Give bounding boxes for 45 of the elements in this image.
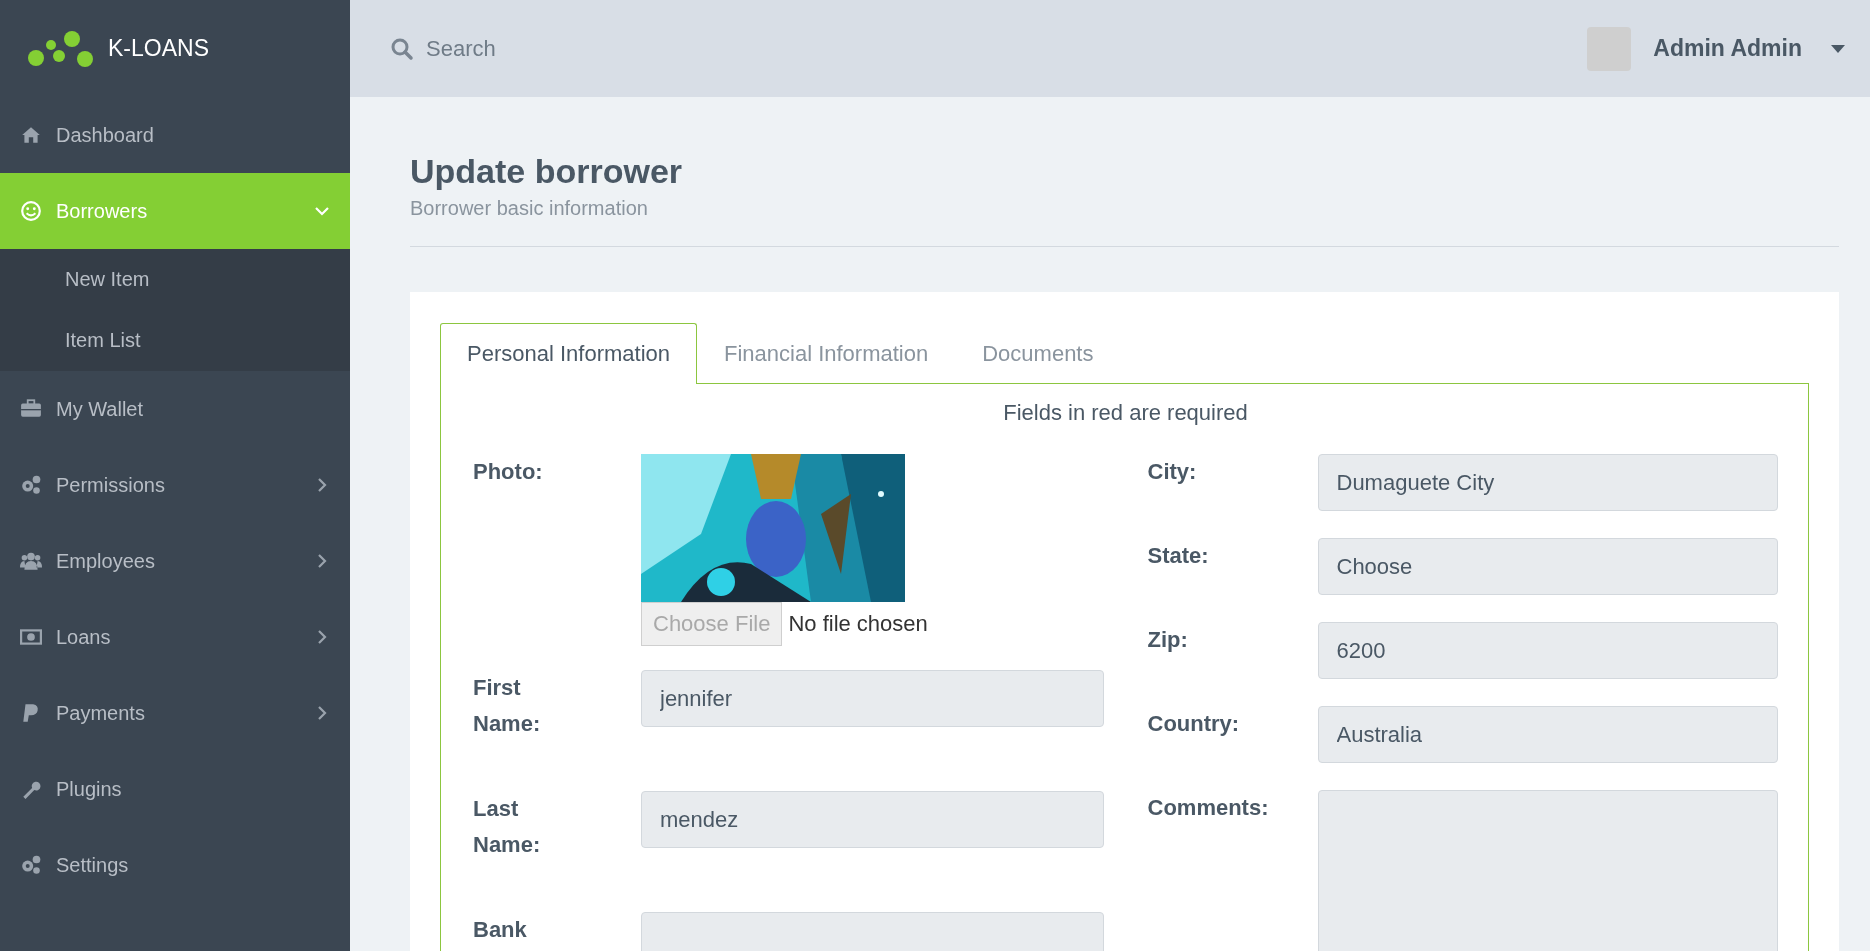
input-field[interactable]: mendez [641,791,1104,848]
input-field[interactable]: Australia [1317,706,1778,763]
input-field[interactable]: 6200 [1317,622,1778,679]
banknote-icon [20,626,42,648]
input-field[interactable]: Dumaguete City [1317,454,1778,511]
gears-icon [20,474,42,496]
comments-field[interactable] [1317,790,1778,951]
input-field[interactable]: Choose [1317,538,1778,595]
field-label: Comments: [1147,794,1270,822]
user-name[interactable]: Admin Admin [1653,35,1802,62]
brand-name: K-LOANS [108,35,209,62]
page-title: Update borrower [410,152,684,191]
briefcase-icon [20,398,42,420]
search-icon [390,36,414,61]
input-field[interactable]: jennifer [641,670,1104,727]
field-label: State: [1147,542,1210,570]
field-label: Photo: [473,458,544,486]
file-status: No file chosen [788,611,928,637]
tab[interactable]: Personal Information [440,323,697,384]
sidebar-item[interactable]: My Wallet [0,371,350,447]
smiley-icon [20,200,42,222]
sidebar-item[interactable]: Settings [0,827,350,903]
caret-icon[interactable] [1830,43,1846,54]
submenu-item[interactable]: Item List [0,310,350,371]
field-label: Last Name: [473,795,542,859]
search-field[interactable]: Search [424,34,728,63]
submenu-item[interactable]: New Item [0,249,350,310]
field-label: City: [1147,458,1198,486]
tab[interactable]: Financial Information [697,323,956,384]
sidebar-item[interactable]: Plugins [0,751,350,827]
sidebar-item[interactable]: Dashboard [0,97,350,173]
field-label: Country: [1147,710,1241,738]
gears-icon [20,854,42,876]
logo-icon [28,29,94,68]
field-label: Zip: [1147,626,1189,654]
page-subtitle: Borrower basic information [410,197,649,220]
field-label: First Name: [473,674,542,738]
users-icon [20,550,42,572]
sidebar-item[interactable]: Employees [0,523,350,599]
sidebar-item[interactable]: Permissions [0,447,350,523]
required-note: Fields in red are required [1002,400,1249,426]
sidebar-item[interactable]: Payments [0,675,350,751]
field-label: Bank [473,916,528,944]
sidebar-item[interactable]: Loans [0,599,350,675]
tab[interactable]: Documents [955,323,1121,384]
